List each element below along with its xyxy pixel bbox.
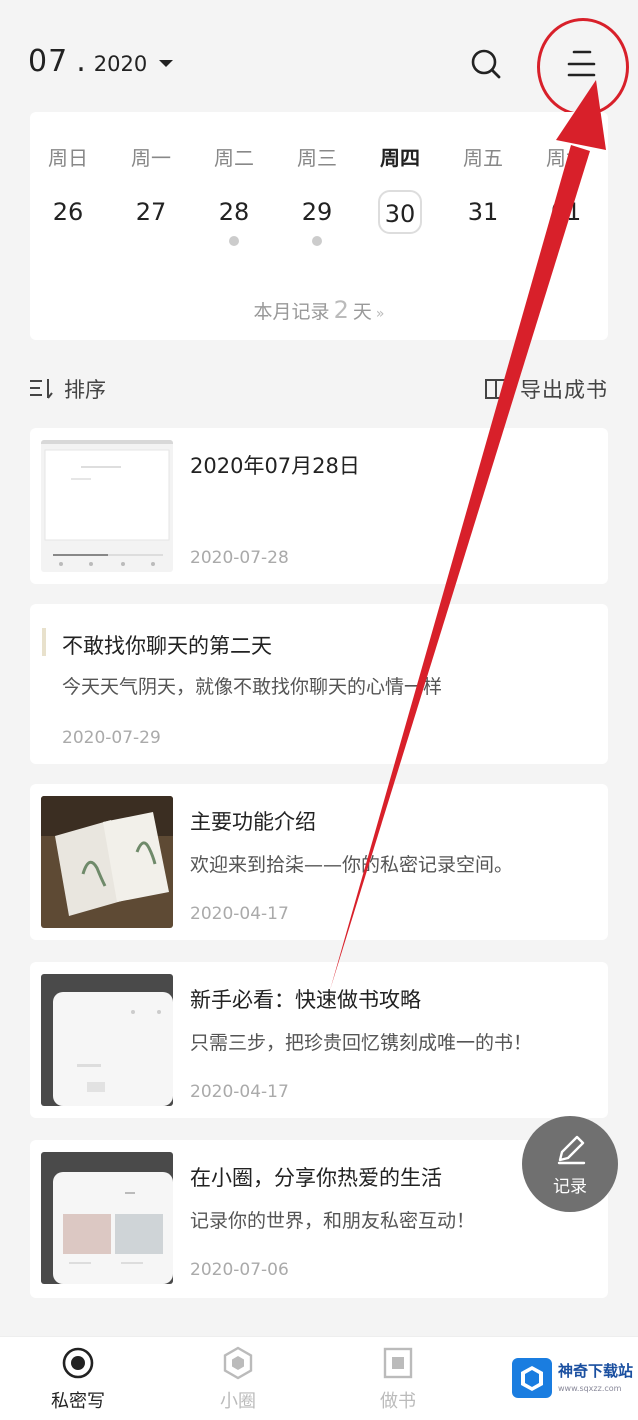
entry-date: 2020-07-06 [190,1260,289,1280]
entry-thumbnail [41,440,173,572]
entry-thumbnail [41,796,173,928]
weekday-label: 周一 [131,146,171,170]
diary-entry[interactable]: 新手必看：快速做书攻略 只需三步，把珍贵回忆镌刻成唯一的书！ 2020-04-1… [30,962,608,1118]
weekday-label: 周二 [214,146,254,170]
weekday-label: 周日 [48,146,88,170]
entry-thumbnail [41,1152,173,1284]
entry-excerpt: 只需三步，把珍贵回忆镌刻成唯一的书！ [190,1032,533,1054]
entry-title: 新手必看：快速做书攻略 [190,988,421,1012]
diary-entry[interactable]: 不敢找你聊天的第二天 今天天气阴天，就像不敢找你聊天的心情一样 2020-07-… [30,604,608,764]
search-icon [471,49,501,79]
entry-excerpt: 欢迎来到拾柒——你的私密记录空间。 [190,854,514,876]
entry-excerpt: 记录你的世界，和朋友私密互动！ [190,1210,476,1232]
entry-date: 2020-07-29 [62,728,161,748]
quote-bar [42,628,46,656]
nav-item-make-book[interactable]: 做书 [338,1337,458,1420]
watermark-url: www.sqxzz.com [558,1384,622,1393]
calendar-day[interactable]: 28 [212,190,256,234]
nav-item-private-write[interactable]: 私密写 [18,1337,138,1420]
diary-entry[interactable]: 2020年07月28日 2020-07-28 [30,428,608,584]
month-picker[interactable]: 07 . 2020 [28,44,174,79]
entry-indicator-dot [312,236,322,246]
weekday-label: 周三 [297,146,337,170]
summary-prefix: 本月记录 [253,301,330,323]
menu-icon [567,50,596,77]
export-book-label: 导出成书 [520,378,608,402]
weekday-label: 周五 [463,146,503,170]
search-button[interactable] [466,44,506,84]
app-header: 07 . 2020 [0,0,638,120]
sort-button[interactable]: 排序 [28,374,106,404]
entry-date: 2020-07-28 [190,548,289,568]
hexagon-icon [223,1346,253,1380]
pencil-icon [557,1135,586,1165]
entry-indicator-dot [229,236,239,246]
week-calendar: 周日 周一 周二 周三 周四 周五 周六 26 27 28 29 30 31 0… [30,112,608,340]
watermark: 神奇下载站 www.sqxzz.com [512,1356,638,1406]
record-circle-icon [62,1347,94,1379]
book-square-icon [383,1347,413,1379]
calendar-day[interactable]: 26 [46,190,90,234]
calendar-day[interactable]: 27 [129,190,173,234]
new-record-button[interactable]: 记录 [522,1116,618,1212]
nav-item-label: 小圈 [220,1391,256,1412]
entry-date: 2020-04-17 [190,1082,289,1102]
calendar-day-today[interactable]: 30 [378,190,422,234]
calendar-day[interactable]: 31 [461,190,505,234]
sort-icon [30,379,53,399]
list-toolbar: 排序 导出成书 [28,374,608,410]
nav-item-circle[interactable]: 小圈 [178,1337,298,1420]
calendar-day[interactable]: 01 [544,190,588,234]
caret-down-icon [159,60,174,67]
export-book-button[interactable]: 导出成书 [482,374,608,404]
month-value: 07 [28,44,69,79]
entry-excerpt: 今天天气阴天，就像不敢找你聊天的心情一样 [62,676,443,698]
new-record-label: 记录 [553,1177,587,1197]
entry-title: 不敢找你聊天的第二天 [62,634,272,658]
calendar-day[interactable]: 29 [295,190,339,234]
weekday-label-active: 周四 [380,146,420,170]
nav-item-label: 私密写 [51,1391,105,1412]
entry-title: 在小圈，分享你热爱的生活 [190,1166,442,1190]
entry-date: 2020-04-17 [190,904,289,924]
entry-thumbnail [41,974,173,1106]
entry-title: 2020年07月28日 [190,454,360,478]
day-row: 26 27 28 29 30 31 01 [30,190,608,234]
diary-entry[interactable]: 主要功能介绍 欢迎来到拾柒——你的私密记录空间。 2020-04-17 [30,784,608,940]
year-value: 2020 [93,52,148,76]
book-icon [485,379,507,399]
summary-count: 2 [333,296,349,324]
month-record-summary[interactable]: 本月记录 2 天» [30,296,608,324]
weekday-label: 周六 [546,146,586,170]
sort-label: 排序 [64,378,106,402]
summary-suffix: 天 [352,301,372,323]
watermark-name: 神奇下载站 [558,1362,634,1380]
entry-title: 主要功能介绍 [190,810,316,834]
menu-button[interactable] [560,44,604,88]
nav-item-label: 做书 [380,1391,416,1412]
expand-chevron-icon: » [375,306,385,322]
month-separator: . [76,44,86,79]
watermark-logo-icon [512,1358,552,1398]
weekday-row: 周日 周一 周二 周三 周四 周五 周六 [30,142,608,172]
